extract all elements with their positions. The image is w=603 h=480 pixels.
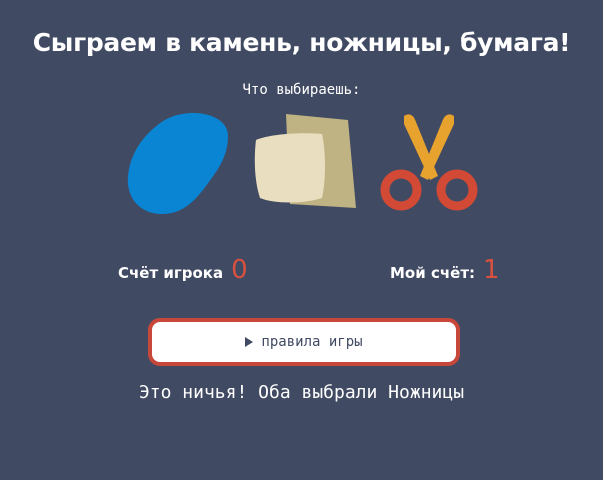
result-text: Это ничья! Оба выбрали Ножницы xyxy=(138,382,465,403)
computer-score: Мой счёт: 1 xyxy=(390,255,500,285)
paper-icon xyxy=(254,114,356,208)
paper-choice[interactable] xyxy=(250,108,360,214)
play-icon xyxy=(245,337,254,347)
computer-score-value: 1 xyxy=(483,255,500,285)
game-title: Сыграем в камень, ножницы, бумага! xyxy=(32,28,571,57)
rock-icon xyxy=(127,112,228,214)
rules-button-label: правила игры xyxy=(261,334,363,350)
scissors-choice[interactable] xyxy=(378,110,482,216)
player-score-value: 0 xyxy=(231,255,248,285)
scissors-icon xyxy=(380,114,478,211)
rock-choice[interactable] xyxy=(124,110,234,220)
choice-prompt: Что выбираешь: xyxy=(242,82,361,98)
player-score: Счёт игрока 0 xyxy=(118,255,248,285)
player-score-label: Счёт игрока xyxy=(118,264,224,282)
computer-score-label: Мой счёт: xyxy=(390,264,476,282)
rules-button[interactable]: правила игры xyxy=(148,318,460,366)
